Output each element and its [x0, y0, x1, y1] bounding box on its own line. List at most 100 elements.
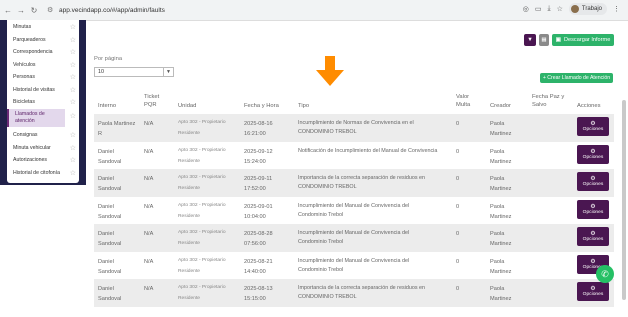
menu-item-label: Vehículos: [13, 61, 36, 68]
options-label: Opciones: [582, 182, 604, 187]
star-icon[interactable]: ☆: [70, 156, 76, 164]
cell-interno: Daniel Sandoval: [98, 286, 122, 302]
cell-fecha: 2025-08-21 14:40:00: [244, 258, 273, 275]
cell-creador: Paola Martinez: [490, 176, 512, 192]
browser-divider: [0, 20, 628, 21]
menu-item-llamados-atencion[interactable]: Llamados de atención ☆: [7, 109, 76, 127]
cell-valor: 0: [456, 231, 460, 237]
menu-item-bicicletas[interactable]: Bicicletas ☆: [7, 96, 79, 109]
kebab-menu-icon[interactable]: ⋮: [613, 5, 620, 13]
star-icon[interactable]: ☆: [70, 23, 76, 31]
url-text: app.vecindapp.co/#/app/admin/faults: [59, 6, 165, 14]
per-page-value: 10: [98, 69, 104, 75]
col-valor: Valor Multa: [456, 94, 471, 108]
cell-tipo: Incumplimiento de Normas de Convivencia …: [298, 120, 414, 135]
menu-item-historial-citofonia[interactable]: Historial de citofonía ☆: [7, 167, 79, 180]
cast-icon[interactable]: ▭: [535, 5, 542, 13]
columns-button[interactable]: ▦: [539, 34, 549, 46]
cell-tipo: Incumplimiento del Manual de Convivencia…: [298, 257, 410, 273]
menu-item-label: Consignas: [13, 132, 38, 139]
table-row: Daniel Sandoval N/A Apto 302 - Propietar…: [94, 224, 614, 252]
cell-tipo: Importancia de la correcta separación de…: [298, 285, 426, 300]
options-button[interactable]: ⚙ Opciones: [577, 227, 609, 246]
cell-creador: Paola Martinez: [490, 258, 512, 275]
cell-ticket: N/A: [144, 203, 154, 210]
menu-item-label: Personas: [13, 74, 35, 81]
star-icon[interactable]: ☆: [70, 131, 76, 139]
back-icon[interactable]: ←: [3, 4, 13, 16]
options-button[interactable]: ⚙ Opciones: [577, 144, 609, 164]
cell-interno: Daniel Sandoval: [98, 203, 122, 220]
table-row: Daniel Sandoval N/A Apto 302 - Propietar…: [94, 197, 614, 225]
menu-item-label: Llamados de atención: [15, 111, 45, 124]
col-ticket: Ticket PQR: [144, 94, 160, 108]
whatsapp-button[interactable]: ✆: [596, 265, 614, 283]
options-label: Opciones: [582, 292, 604, 297]
reload-icon[interactable]: ↻: [29, 4, 39, 16]
cell-creador: Paola Martinez: [490, 286, 512, 302]
address-bar[interactable]: ⚙ app.vecindapp.co/#/app/admin/faults: [47, 6, 165, 15]
cell-ticket: N/A: [144, 231, 154, 237]
cell-unidad: Apto 302 - Propietario Residente: [178, 175, 226, 191]
cell-fecha: 2025-08-13 15:15:00: [244, 286, 273, 302]
options-button[interactable]: ⚙ Opciones: [577, 172, 609, 191]
menu-item-label: Parqueaderos: [13, 36, 46, 43]
cell-fecha: 2025-09-01 10:04:00: [244, 203, 273, 220]
star-icon[interactable]: ☆: [70, 144, 76, 152]
col-creador: Creador: [490, 103, 511, 109]
avatar: [570, 5, 579, 13]
grid-icon: ▦: [541, 37, 547, 43]
download-icon[interactable]: ⤓: [547, 5, 550, 13]
orange-down-arrow-icon: [316, 56, 344, 86]
cell-creador: Paola Martinez: [490, 148, 512, 165]
profile-chip[interactable]: Trabajo: [568, 3, 607, 15]
cell-valor: 0: [456, 203, 460, 210]
menu-item-correspondencia[interactable]: Correspondencia ☆: [7, 46, 79, 59]
table-header: Interno Ticket PQR Unidad Fecha y Hora T…: [94, 90, 614, 112]
col-acciones: Acciones: [577, 103, 601, 109]
menu-item-personas[interactable]: Personas ☆: [7, 71, 79, 84]
menu-item-vehiculos[interactable]: Vehículos ☆: [7, 59, 79, 72]
site-info-icon[interactable]: ⚙: [47, 6, 55, 14]
star-icon[interactable]: ☆: [70, 48, 76, 56]
cell-fecha: 2025-08-28 07:56:00: [244, 231, 273, 247]
star-icon[interactable]: ☆: [70, 36, 76, 44]
download-report-button[interactable]: ▣ Descargar Informe: [552, 34, 614, 46]
cell-interno: Daniel Sandoval: [98, 231, 122, 247]
menu-item-label: Historial de citofonía: [13, 169, 60, 176]
menu-item-minutas[interactable]: Minutas ☆: [7, 21, 79, 34]
star-icon[interactable]: ☆: [70, 73, 76, 81]
menu-item-parqueaderos[interactable]: Parqueaderos ☆: [7, 34, 79, 47]
bookmark-star-icon[interactable]: ☆: [557, 5, 563, 13]
star-icon[interactable]: ☆: [70, 113, 76, 121]
menu-item-autorizaciones[interactable]: Autorizaciones ☆: [7, 154, 79, 167]
star-icon[interactable]: ☆: [70, 169, 76, 177]
star-icon[interactable]: ☆: [70, 86, 76, 94]
menu-item-label: Minutas: [13, 24, 32, 31]
cell-tipo: Notificación de Incumplimiento del Manua…: [298, 147, 438, 154]
forward-icon[interactable]: →: [16, 4, 26, 16]
cell-valor: 0: [456, 176, 460, 182]
incognito-icon[interactable]: ◎: [523, 5, 529, 13]
filter-button[interactable]: ▼: [524, 34, 536, 46]
table-row: Paola Martinez R N/A Apto 302 - Propieta…: [94, 114, 614, 142]
cell-unidad: Apto 302 - Propietario Residente: [178, 202, 226, 219]
menu-item-label: Correspondencia: [13, 49, 53, 56]
menu-item-historial-visitas[interactable]: Historial de visitas ☆: [7, 84, 79, 97]
options-button[interactable]: ⚙ Opciones: [577, 199, 609, 219]
page-scrollbar[interactable]: [622, 100, 626, 300]
cell-tipo: Importancia de la correcta separación de…: [298, 175, 426, 190]
per-page-select[interactable]: 10 ▼: [94, 67, 174, 77]
cell-valor: 0: [456, 286, 460, 292]
whatsapp-icon: ✆: [601, 268, 609, 279]
options-button[interactable]: ⚙ Opciones: [577, 117, 609, 136]
cell-interno: Daniel Sandoval: [98, 258, 122, 275]
cell-unidad: Apto 302 - Propietario Residente: [178, 147, 226, 164]
options-button[interactable]: ⚙ Opciones: [577, 282, 609, 301]
menu-item-consignas[interactable]: Consignas ☆: [7, 129, 79, 142]
create-attention-call-button[interactable]: + Crear Llamado de Atención: [540, 73, 613, 83]
cell-fecha: 2025-09-12 15:24:00: [244, 148, 273, 165]
star-icon[interactable]: ☆: [70, 61, 76, 69]
menu-item-minuta-vehicular[interactable]: Minuta vehicular ☆: [7, 142, 79, 155]
star-icon[interactable]: ☆: [70, 98, 76, 106]
